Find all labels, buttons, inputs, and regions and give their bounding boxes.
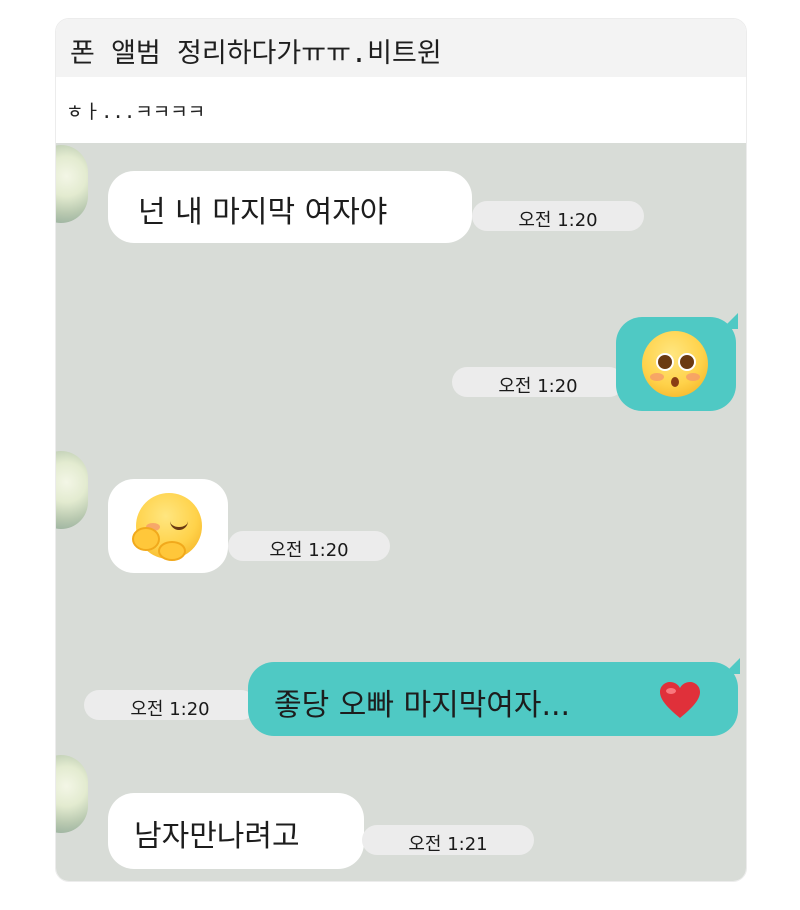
- outgoing-message-bubble: [616, 317, 736, 411]
- outgoing-message-bubble: 좋당 오빠 마지막여자...: [248, 662, 738, 736]
- message-time: 오전 1:21: [362, 825, 534, 855]
- message-time: 오전 1:20: [452, 367, 624, 397]
- post-caption: ㅎㅏ...ㅋㅋㅋㅋ: [56, 81, 746, 141]
- message-text: 남자만나려고: [134, 819, 300, 854]
- message-time: 오전 1:20: [228, 531, 390, 561]
- hugging-face-emoji: [132, 493, 202, 561]
- post-title: 폰 앨범 정리하다가ㅠㅠ.비트윈: [56, 19, 746, 77]
- message-text: 좋당 오빠 마지막여자...: [274, 688, 571, 723]
- avatar: [56, 145, 88, 223]
- chat-screenshot: 넌 내 마지막 여자야 오전 1:20 오전 1:20 오전 1:20 오전 1…: [56, 143, 746, 881]
- post-card: 폰 앨범 정리하다가ㅠㅠ.비트윈 ㅎㅏ...ㅋㅋㅋㅋ 넌 내 마지막 여자야 오…: [55, 18, 747, 882]
- bubble-tail: [724, 658, 740, 674]
- blushing-face-emoji: [642, 331, 708, 397]
- incoming-message-bubble: 남자만나려고: [108, 793, 364, 869]
- avatar: [56, 451, 88, 529]
- bubble-tail: [722, 313, 738, 329]
- message-time: 오전 1:20: [472, 201, 644, 231]
- message-text: 넌 내 마지막 여자야: [138, 195, 388, 230]
- avatar: [56, 755, 88, 833]
- incoming-message-bubble: 넌 내 마지막 여자야: [108, 171, 472, 243]
- incoming-message-bubble: [108, 479, 228, 573]
- heart-emoji: [660, 682, 700, 718]
- message-time: 오전 1:20: [84, 690, 256, 720]
